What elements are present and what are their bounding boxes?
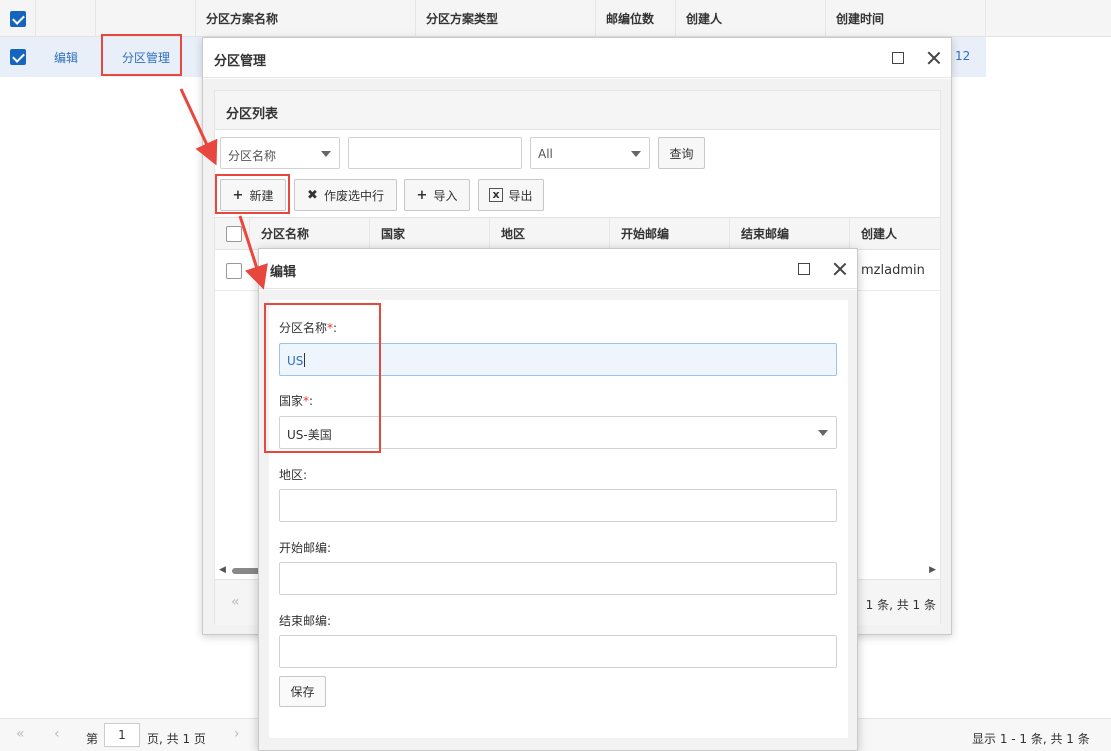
page-suffix: 页, 共 1 页 (147, 732, 206, 746)
close-icon[interactable] (927, 51, 941, 65)
col-partition-name[interactable]: 分区名称 (250, 218, 370, 251)
col-end-postcode[interactable]: 结束邮编 (730, 218, 850, 251)
start-postcode-input[interactable] (279, 562, 837, 595)
first-page-icon[interactable]: « (231, 594, 240, 610)
annotation-box-new (215, 174, 290, 214)
pager-summary: 显示 1 - 1 条, 共 1 条 (972, 732, 1090, 746)
maximize-icon[interactable] (798, 263, 810, 275)
grid-col-postcode-digits[interactable]: 邮编位数 (596, 0, 676, 37)
window-titlebar: 编辑 (259, 249, 857, 289)
row-trailing-value: 12 (955, 49, 971, 63)
page-prefix: 第 (86, 732, 99, 746)
window-titlebar: 分区管理 (203, 38, 951, 78)
first-page-icon[interactable]: « (16, 726, 25, 742)
chevron-down-icon (818, 430, 828, 436)
panel-title: 分区列表 (226, 107, 279, 122)
window-title: 编辑 (270, 265, 297, 280)
annotation-box-manage (101, 34, 182, 76)
void-selected-button[interactable]: ✖ 作废选中行 (294, 179, 397, 211)
filter-value-input[interactable] (348, 137, 522, 169)
main-grid-header: 分区方案名称 分区方案类型 邮编位数 创建人 创建时间 (0, 0, 1111, 37)
col-start-postcode[interactable]: 开始邮编 (610, 218, 730, 251)
scroll-right-icon[interactable]: ▶ (929, 565, 936, 575)
maximize-icon[interactable] (892, 52, 904, 64)
region-input[interactable] (279, 489, 837, 522)
excel-file-icon: x (489, 188, 503, 202)
region-label: 地区: (279, 468, 308, 482)
window-title: 分区管理 (214, 54, 267, 69)
grid-col-creator[interactable]: 创建人 (676, 0, 826, 37)
page-number-input[interactable]: 1 (104, 723, 140, 747)
col-region[interactable]: 地区 (490, 218, 610, 251)
close-icon[interactable] (833, 262, 847, 276)
prev-page-icon[interactable]: ‹ (54, 726, 60, 742)
row-checkbox[interactable] (10, 49, 26, 65)
partition-grid-header: 分区名称 国家 地区 开始邮编 结束邮编 创建人 (215, 217, 942, 251)
grid-col-edit (36, 0, 96, 37)
start-postcode-label: 开始邮编: (279, 541, 332, 555)
save-button[interactable]: 保存 (279, 676, 326, 707)
next-page-icon[interactable]: › (234, 726, 240, 742)
plus-icon: + (416, 187, 428, 203)
filter-option-select[interactable]: All (530, 137, 650, 169)
x-icon: ✖ (307, 187, 318, 203)
query-button[interactable]: 查询 (658, 137, 705, 169)
grid-col-scheme-type[interactable]: 分区方案类型 (416, 0, 596, 37)
scroll-left-icon[interactable]: ◀ (219, 565, 226, 575)
end-postcode-input[interactable] (279, 635, 837, 668)
pager-summary: 1 条, 共 1 条 (865, 598, 936, 612)
grid-col-manage (96, 0, 196, 37)
row-creator: mzladmin (861, 263, 925, 278)
grid-col-created-time[interactable]: 创建时间 (826, 0, 986, 37)
export-button[interactable]: x 导出 (478, 179, 544, 211)
annotation-box-fields (264, 303, 381, 453)
grid-col-check (0, 0, 36, 37)
chevron-down-icon (631, 151, 641, 157)
chevron-down-icon (321, 151, 331, 157)
edit-link[interactable]: 编辑 (54, 49, 78, 66)
row-checkbox[interactable] (226, 263, 242, 279)
end-postcode-label: 结束邮编: (279, 614, 332, 628)
col-creator[interactable]: 创建人 (850, 218, 942, 251)
col-country[interactable]: 国家 (370, 218, 490, 251)
filter-field-select[interactable]: 分区名称 (220, 137, 340, 169)
import-button[interactable]: + 导入 (404, 179, 470, 211)
grid-col-scheme-name[interactable]: 分区方案名称 (196, 0, 416, 37)
